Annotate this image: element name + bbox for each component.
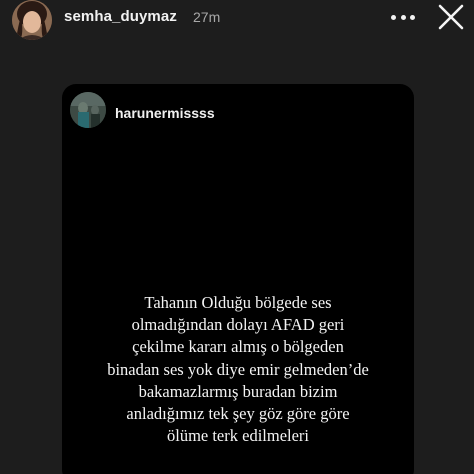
story-viewer: semha_duymaz 27m harunermissss Tahanın O…: [0, 0, 474, 474]
shared-post-card[interactable]: harunermissss Tahanın Olduğu bölgede ses…: [62, 84, 414, 474]
story-timestamp: 27m: [193, 9, 221, 25]
post-text-line: olmadığından dolayı AFAD geri: [131, 315, 345, 335]
close-icon[interactable]: [436, 2, 466, 32]
post-text-line: Tahanın Olduğu bölgede ses: [144, 293, 332, 312]
post-text-line: anladığımız tek şey göz göre göre: [126, 404, 350, 424]
story-author-username[interactable]: semha_duymaz: [64, 8, 177, 25]
post-text-line: çekilme kararı almış o bölgeden: [132, 337, 344, 357]
shared-post-author-avatar: [70, 92, 106, 128]
post-text-line: ölüme terk edilmeleri: [166, 426, 310, 446]
story-author-avatar[interactable]: [12, 0, 52, 40]
post-text-line: bakamazlarmış buradan bizim: [138, 381, 338, 401]
shared-post-author-username: harunermissss: [115, 105, 215, 121]
shared-post-text: Tahanın Olduğu bölgede ses olmadığından …: [62, 292, 414, 447]
post-text-line: binadan ses yok diye emir gelmeden’de: [107, 359, 369, 379]
more-horizontal-icon[interactable]: [389, 8, 417, 26]
